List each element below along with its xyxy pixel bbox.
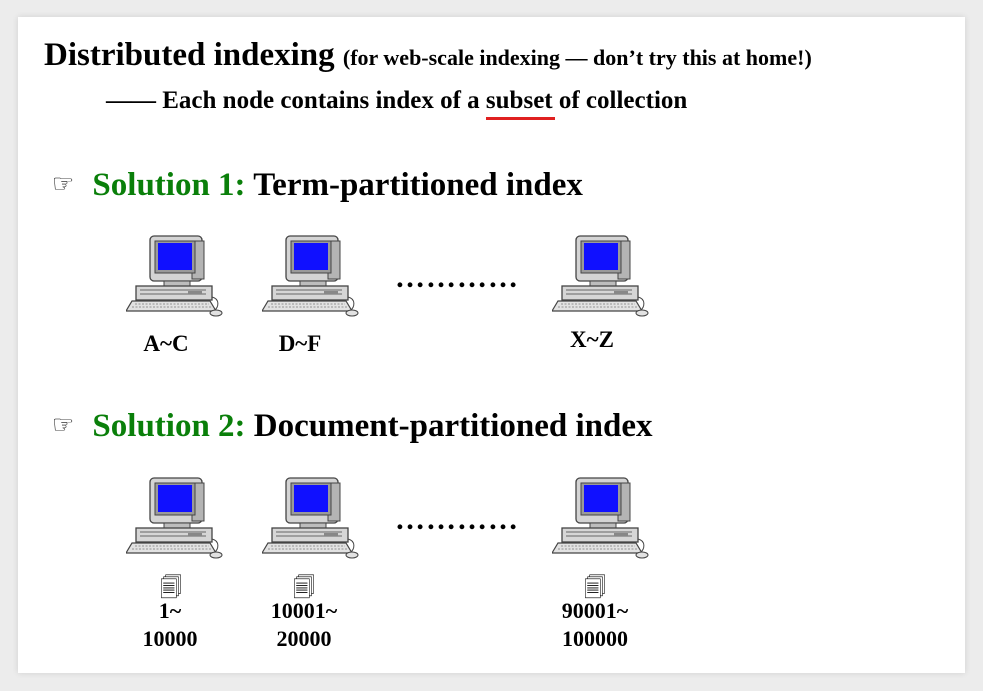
solution-1-name: Term-partitioned index: [253, 167, 583, 203]
computer-icon: [552, 235, 650, 317]
solution-2-heading: ☞ Solution 2: Document-partitioned index: [52, 408, 653, 445]
range-start: 10001~: [270, 598, 338, 623]
computer-icon: [262, 235, 360, 317]
range-end: 20000: [276, 626, 332, 651]
computer-icon: [552, 477, 650, 559]
document-range: 90001~ 100000: [535, 597, 655, 653]
range-end: 100000: [562, 626, 628, 651]
pointing-hand-icon: ☞: [52, 169, 75, 198]
document-range: 1~ 10000: [110, 597, 230, 653]
slide-title: Distributed indexing (for web-scale inde…: [44, 37, 812, 74]
title-main: Distributed indexing: [44, 37, 335, 73]
node-range-label: A~C: [143, 331, 189, 356]
pointing-hand-icon: ☞: [52, 410, 75, 439]
document-range: 10001~ 20000: [244, 597, 364, 653]
computer-icon: [126, 235, 224, 317]
node-range-label: D~F: [278, 331, 322, 356]
range-end: 10000: [142, 626, 198, 651]
range-start: 90001~: [561, 598, 629, 623]
range-start: 1~: [158, 598, 182, 623]
solution-2-label: Solution 2:: [92, 408, 246, 444]
slide-subtitle: —— Each node contains index of a subset …: [106, 87, 688, 120]
subtitle-emphasis: subset: [485, 87, 555, 120]
subtitle-prefix: —— Each node contains index of a: [106, 87, 486, 114]
solution-1-label: Solution 1:: [92, 167, 246, 203]
solution-2-name: Document-partitioned index: [253, 408, 653, 444]
node-range-label: X~Z: [570, 327, 614, 352]
computer-icon: [262, 477, 360, 559]
ellipsis: …………: [395, 261, 519, 294]
ellipsis: …………: [395, 503, 519, 536]
computer-icon: [126, 477, 224, 559]
slide: Distributed indexing (for web-scale inde…: [18, 17, 965, 673]
subtitle-suffix: of collection: [552, 87, 688, 114]
solution-1-heading: ☞ Solution 1: Term-partitioned index: [52, 167, 583, 204]
title-note: (for web-scale indexing — don’t try this…: [342, 45, 812, 70]
